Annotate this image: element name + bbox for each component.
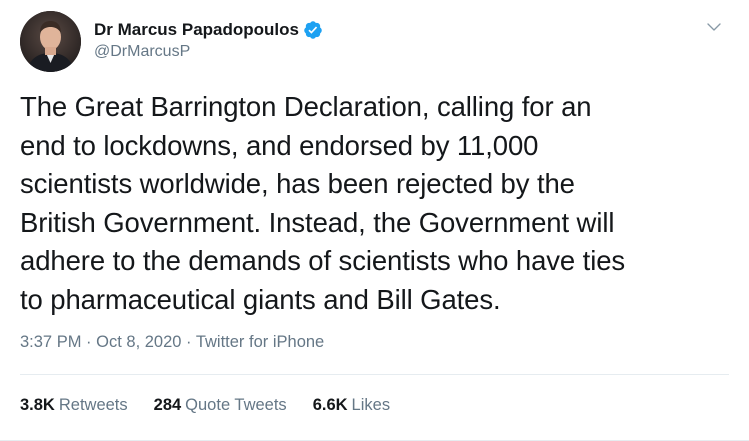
- tweet-source[interactable]: Twitter for iPhone: [196, 333, 324, 351]
- retweets-label: Retweets: [58, 396, 128, 414]
- retweets-count: 3.8K: [20, 396, 55, 414]
- divider: [20, 374, 729, 375]
- author-handle[interactable]: @DrMarcusP: [94, 43, 323, 61]
- tweet-header: Dr Marcus Papadopoulos @DrMarcusP: [20, 11, 729, 73]
- tweet-meta: 3:37 PM · Oct 8, 2020 · Twitter for iPho…: [20, 333, 324, 352]
- meta-separator: ·: [186, 333, 196, 351]
- author-name-row: Dr Marcus Papadopoulos: [94, 19, 323, 41]
- quote-tweets-label: Quote Tweets: [185, 396, 287, 414]
- tweet-card: Dr Marcus Papadopoulos @DrMarcusP The Gr…: [0, 0, 749, 441]
- tweet-stats: 3.8K Retweets 284 Quote Tweets 6.6K Likes: [20, 396, 416, 415]
- chevron-down-icon[interactable]: [705, 18, 723, 36]
- avatar-image: [20, 11, 81, 72]
- meta-separator: ·: [86, 333, 97, 351]
- avatar[interactable]: [20, 11, 81, 72]
- author-block: Dr Marcus Papadopoulos @DrMarcusP: [94, 19, 323, 61]
- quote-tweets-stat[interactable]: 284 Quote Tweets: [154, 396, 287, 415]
- quote-tweets-count: 284: [153, 396, 182, 414]
- author-name[interactable]: Dr Marcus Papadopoulos: [94, 20, 299, 40]
- retweets-stat[interactable]: 3.8K Retweets: [20, 396, 128, 415]
- likes-count: 6.6K: [312, 396, 348, 414]
- likes-stat[interactable]: 6.6K Likes: [313, 396, 390, 415]
- tweet-date[interactable]: Oct 8, 2020: [96, 333, 181, 351]
- verified-badge-icon: [304, 21, 322, 39]
- tweet-time[interactable]: 3:37 PM: [20, 333, 81, 351]
- tweet-text: The Great Barrington Declaration, callin…: [20, 91, 626, 315]
- likes-label: Likes: [351, 396, 391, 414]
